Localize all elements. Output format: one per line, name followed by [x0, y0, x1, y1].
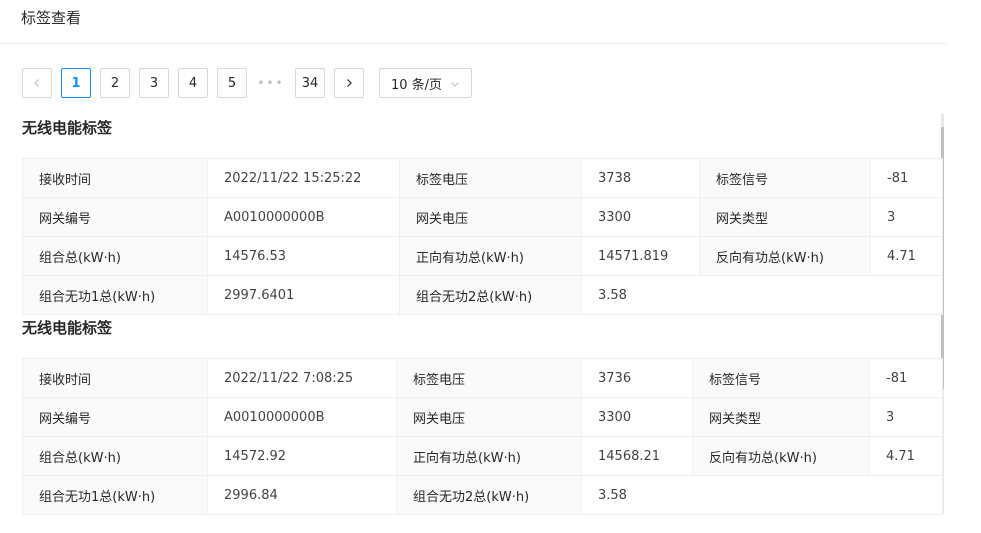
page-ellipsis[interactable]: ••• [256, 68, 286, 98]
chevron-right-icon [347, 79, 352, 87]
field-value: 3300 [581, 397, 693, 437]
field-label: 网关电压 [396, 397, 582, 437]
field-value: 2996.84 [207, 475, 397, 515]
field-label: 标签电压 [396, 358, 582, 398]
field-label: 组合总(kW·h) [22, 236, 208, 276]
field-value: 14571.819 [581, 236, 700, 276]
field-label: 网关类型 [692, 397, 870, 437]
field-label: 正向有功总(kW·h) [396, 436, 582, 476]
field-value: 3736 [581, 358, 693, 398]
field-value: 3 [870, 197, 943, 237]
field-value: 4.71 [869, 436, 943, 476]
chevron-left-icon [34, 79, 39, 87]
record-title: 无线电能标签 [22, 119, 113, 137]
field-label: 组合无功2总(kW·h) [396, 475, 582, 515]
field-label: 组合无功2总(kW·h) [399, 275, 582, 315]
field-value: 2022/11/22 7:08:25 [207, 358, 397, 398]
field-value: 14572.92 [207, 436, 397, 476]
field-label: 组合无功1总(kW·h) [22, 475, 208, 515]
field-label: 正向有功总(kW·h) [399, 236, 582, 276]
chevron-down-icon [451, 82, 459, 87]
field-label: 网关电压 [399, 197, 582, 237]
field-value: 3300 [581, 197, 700, 237]
field-label: 标签电压 [399, 158, 582, 198]
field-value: 2997.6401 [207, 275, 400, 315]
field-value: 3 [869, 397, 943, 437]
field-label: 网关编号 [22, 397, 208, 437]
table-row: 网关编号 A0010000000B 网关电压 3300 网关类型 3 [22, 197, 943, 237]
table-row: 组合总(kW·h) 14572.92 正向有功总(kW·h) 14568.21 … [22, 436, 943, 476]
page-button-3[interactable]: 3 [139, 68, 169, 98]
field-value: 14576.53 [207, 236, 400, 276]
page-title: 标签查看 [21, 9, 82, 27]
page-button-5[interactable]: 5 [217, 68, 247, 98]
page-button-4[interactable]: 4 [178, 68, 208, 98]
field-value: A0010000000B [207, 397, 397, 437]
page-header: 标签查看 [0, 0, 948, 44]
record-table: 接收时间 2022/11/22 7:08:25 标签电压 3736 标签信号 -… [22, 358, 943, 515]
field-value: A0010000000B [207, 197, 400, 237]
field-label: 网关类型 [699, 197, 871, 237]
field-value: 3.58 [581, 475, 943, 515]
field-label: 接收时间 [22, 358, 208, 398]
page-button-2[interactable]: 2 [100, 68, 130, 98]
field-value: 4.71 [870, 236, 943, 276]
field-label: 反向有功总(kW·h) [699, 236, 871, 276]
field-label: 反向有功总(kW·h) [692, 436, 870, 476]
record-table: 接收时间 2022/11/22 15:25:22 标签电压 3738 标签信号 … [22, 158, 943, 315]
table-row: 组合无功1总(kW·h) 2996.84 组合无功2总(kW·h) 3.58 [22, 475, 943, 515]
page-size-select[interactable]: 10 条/页 [379, 68, 472, 98]
table-row: 组合无功1总(kW·h) 2997.6401 组合无功2总(kW·h) 3.58 [22, 275, 943, 315]
page-button-1[interactable]: 1 [61, 68, 91, 98]
prev-page-button[interactable] [22, 68, 52, 98]
field-label: 接收时间 [22, 158, 208, 198]
page-size-value: 10 条/页 [391, 77, 443, 93]
field-label: 组合总(kW·h) [22, 436, 208, 476]
table-row: 接收时间 2022/11/22 15:25:22 标签电压 3738 标签信号 … [22, 158, 943, 198]
field-label: 组合无功1总(kW·h) [22, 275, 208, 315]
pagination: 1 2 3 4 5 ••• 34 10 条/页 [22, 68, 472, 98]
field-value: -81 [870, 158, 943, 198]
field-value: 14568.21 [581, 436, 693, 476]
field-label: 标签信号 [699, 158, 871, 198]
table-row: 网关编号 A0010000000B 网关电压 3300 网关类型 3 [22, 397, 943, 437]
field-value: 2022/11/22 15:25:22 [207, 158, 400, 198]
field-value: 3738 [581, 158, 700, 198]
table-row: 组合总(kW·h) 14576.53 正向有功总(kW·h) 14571.819… [22, 236, 943, 276]
field-label: 网关编号 [22, 197, 208, 237]
field-label: 标签信号 [692, 358, 870, 398]
field-value: -81 [869, 358, 943, 398]
field-value: 3.58 [581, 275, 943, 315]
next-page-button[interactable] [334, 68, 364, 98]
record-title: 无线电能标签 [22, 319, 113, 337]
table-row: 接收时间 2022/11/22 7:08:25 标签电压 3736 标签信号 -… [22, 358, 943, 398]
page-button-last[interactable]: 34 [295, 68, 325, 98]
